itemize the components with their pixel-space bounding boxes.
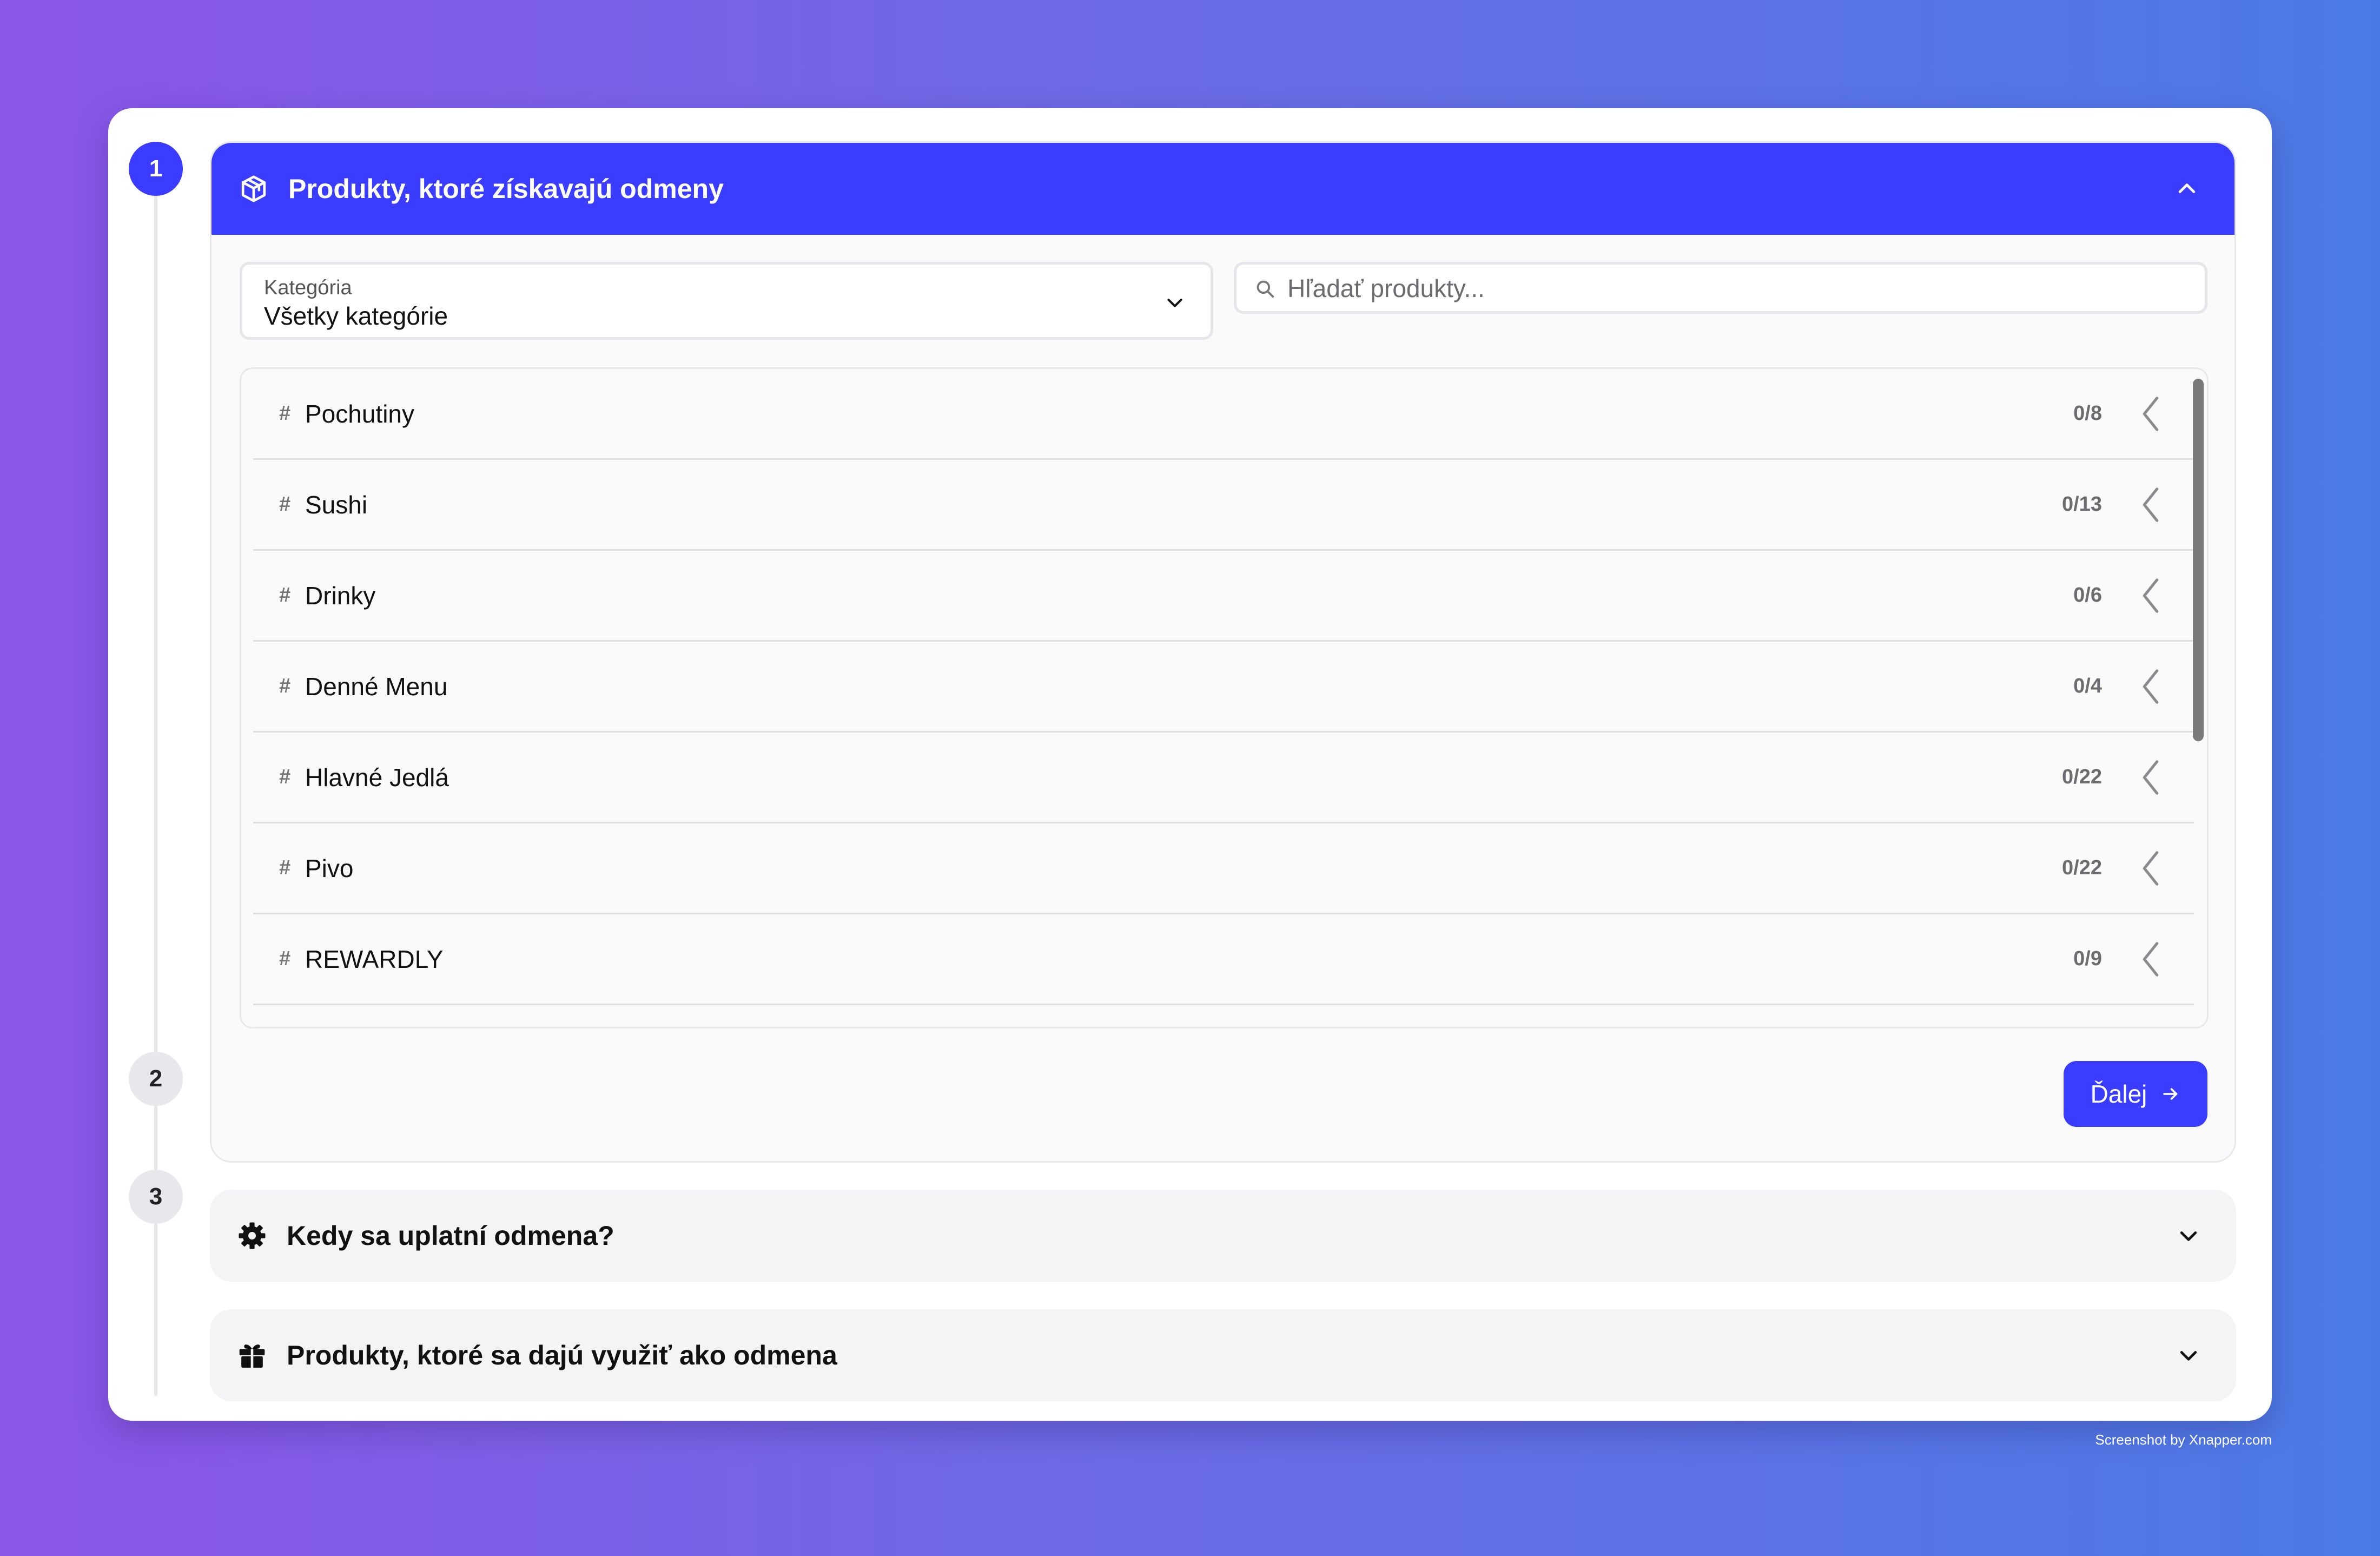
chevron-left-icon[interactable] bbox=[2140, 940, 2161, 978]
hash-icon: # bbox=[279, 493, 291, 516]
hash-icon: # bbox=[279, 584, 291, 606]
section-3-header[interactable]: Produkty, ktoré sa dajú využiť ako odmen… bbox=[210, 1309, 2236, 1401]
chevron-down-icon[interactable] bbox=[2177, 1343, 2200, 1367]
hash-icon: # bbox=[279, 947, 291, 970]
section-2-header[interactable]: Kedy sa uplatní odmena? bbox=[210, 1190, 2236, 1282]
step-2-badge: 2 bbox=[129, 1052, 183, 1106]
category-name: Denné Menu bbox=[305, 672, 448, 701]
selected-count: 0/22 bbox=[2062, 856, 2102, 879]
hash-icon: # bbox=[279, 856, 291, 879]
category-name: Hlavné Jedlá bbox=[305, 763, 449, 792]
category-row[interactable]: # Hlavné Jedlá 0/22 bbox=[253, 733, 2194, 823]
chevron-down-icon bbox=[1167, 299, 1182, 307]
category-name: REWARDLY bbox=[305, 945, 444, 973]
hash-icon: # bbox=[279, 766, 291, 788]
step-1-badge: 1 bbox=[129, 142, 183, 196]
category-name: Pivo bbox=[305, 854, 354, 882]
step-3-badge: 3 bbox=[129, 1170, 183, 1224]
search-input[interactable] bbox=[1286, 269, 2181, 308]
category-list[interactable]: # Pochutiny 0/8 # Sushi 0/13 # Drinky 0/6 # Denné … bbox=[240, 367, 2209, 1028]
section-3-title: Produkty, ktoré sa dajú využiť ako odmen… bbox=[287, 1340, 837, 1370]
category-row[interactable]: # Denné Menu 0/4 bbox=[253, 642, 2194, 733]
category-row[interactable]: # REWARDLY 0/9 bbox=[253, 914, 2194, 1005]
selected-count: 0/13 bbox=[2062, 493, 2102, 516]
list-scrollbar[interactable] bbox=[2193, 379, 2204, 741]
watermark-text: Screenshot by Xnapper.com bbox=[2095, 1432, 2272, 1448]
category-row-partial[interactable] bbox=[253, 1005, 2194, 1027]
section-1-title: Produkty, ktoré získavajú odmeny bbox=[288, 174, 724, 204]
category-name: Drinky bbox=[305, 581, 376, 610]
hash-icon: # bbox=[279, 675, 291, 697]
category-name: Pochutiny bbox=[305, 399, 415, 428]
search-icon bbox=[1257, 280, 1274, 298]
category-rows: # Pochutiny 0/8 # Sushi 0/13 # Drinky 0/6 # Denné … bbox=[253, 369, 2194, 1027]
selected-count: 0/6 bbox=[2073, 584, 2102, 606]
hash-icon: # bbox=[279, 402, 291, 425]
category-row[interactable]: # Pochutiny 0/8 bbox=[253, 369, 2194, 460]
category-select-value: Všetky kategórie bbox=[264, 302, 448, 330]
chevron-left-icon[interactable] bbox=[2140, 395, 2161, 433]
chevron-left-icon[interactable] bbox=[2140, 849, 2161, 887]
wizard-card: 1 2 3 Produkty, ktoré získavajú odmeny K… bbox=[108, 108, 2272, 1421]
section-2-title: Kedy sa uplatní odmena? bbox=[287, 1221, 614, 1251]
section-1-header[interactable]: Produkty, ktoré získavajú odmeny bbox=[211, 143, 2234, 235]
chevron-down-icon[interactable] bbox=[2177, 1224, 2200, 1248]
next-button[interactable]: Ďalej bbox=[2064, 1061, 2207, 1127]
gift-icon bbox=[237, 1340, 267, 1370]
chevron-left-icon[interactable] bbox=[2140, 759, 2161, 796]
chevron-left-icon[interactable] bbox=[2140, 486, 2161, 524]
chevron-up-icon[interactable] bbox=[2175, 177, 2199, 201]
category-name: Sushi bbox=[305, 490, 368, 519]
selected-count: 0/22 bbox=[2062, 766, 2102, 788]
selected-count: 0/8 bbox=[2073, 402, 2102, 425]
category-row[interactable]: # Sushi 0/13 bbox=[253, 460, 2194, 551]
category-row[interactable]: # Drinky 0/6 bbox=[253, 551, 2194, 642]
chevron-left-icon[interactable] bbox=[2140, 577, 2161, 615]
chevron-left-icon[interactable] bbox=[2140, 668, 2161, 706]
gear-icon bbox=[237, 1221, 267, 1251]
product-search bbox=[1234, 262, 2207, 314]
next-button-label: Ďalej bbox=[2090, 1080, 2147, 1108]
category-row[interactable]: # Pivo 0/22 bbox=[253, 823, 2194, 914]
category-select[interactable]: Kategória Všetky kategórie bbox=[240, 262, 1213, 340]
arrow-right-icon bbox=[2163, 1088, 2178, 1100]
selected-count: 0/4 bbox=[2073, 675, 2102, 697]
selected-count: 0/9 bbox=[2073, 947, 2102, 970]
box-icon bbox=[239, 174, 269, 204]
category-select-label: Kategória bbox=[264, 276, 352, 299]
section-products-earning-rewards: Produkty, ktoré získavajú odmeny Kategór… bbox=[210, 141, 2236, 1163]
